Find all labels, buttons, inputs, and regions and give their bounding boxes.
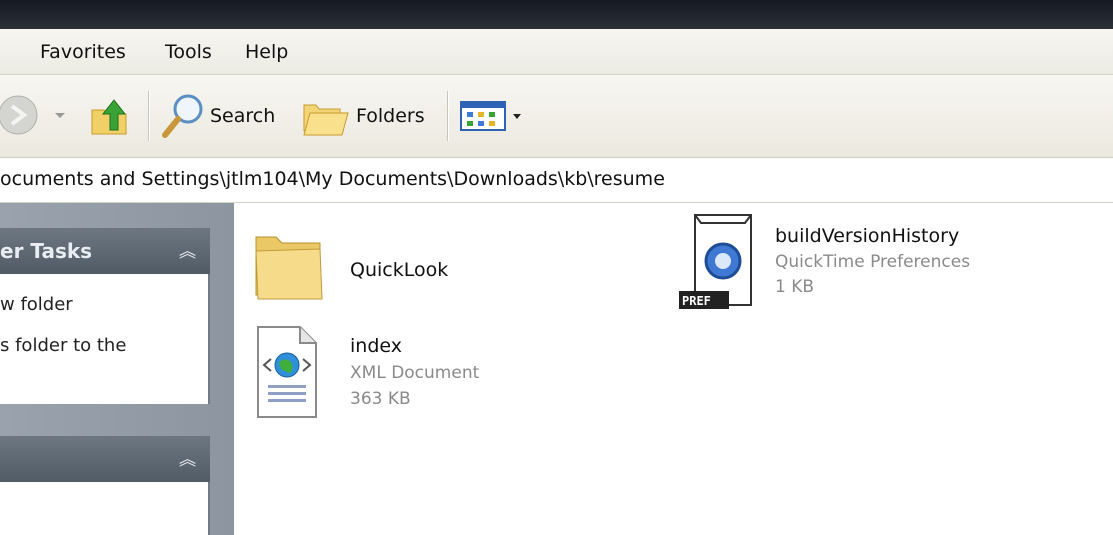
folders-icon	[303, 104, 349, 136]
toolbar: Search Folders	[0, 75, 1113, 158]
file-size: 1 KB	[775, 277, 815, 297]
file-name: QuickLook	[350, 259, 449, 281]
file-type: QuickTime Preferences	[775, 252, 971, 272]
up-folder-icon	[91, 99, 127, 135]
xml-document-icon	[257, 326, 317, 418]
file-folder-tasks-header[interactable]: er Tasks ︽	[0, 228, 210, 274]
task-pane: er Tasks ︽ w folder s folder to the ︽	[0, 203, 234, 535]
file-name: buildVersionHistory	[775, 225, 960, 247]
other-places-body	[0, 482, 210, 535]
file-type: XML Document	[350, 363, 480, 383]
views-icon	[460, 101, 521, 131]
svg-text:PREF: PREF	[682, 294, 711, 308]
task-publish-folder[interactable]: s folder to the	[0, 335, 126, 356]
window-title-bar[interactable]	[0, 0, 1113, 29]
address-bar[interactable]: ocuments and Settings\jtlm104\My Documen…	[0, 158, 1113, 203]
forward-button[interactable]	[0, 75, 80, 157]
file-folder-tasks-body: w folder s folder to the	[0, 274, 210, 404]
menu-bar: Favorites Tools Help	[0, 29, 1113, 75]
folders-button[interactable]: Folders	[300, 75, 440, 157]
file-list-view: QuickLook PREF buildVersionHistory Quick…	[234, 203, 1113, 535]
address-path: ocuments and Settings\jtlm104\My Documen…	[0, 168, 665, 190]
toolbar-separator	[148, 91, 149, 141]
menu-help[interactable]: Help	[245, 41, 288, 63]
panel-title: er Tasks	[0, 239, 93, 263]
folders-label: Folders	[356, 105, 425, 127]
menu-tools[interactable]: Tools	[165, 41, 212, 63]
search-button[interactable]: Search	[160, 75, 285, 157]
collapse-chevron-icon[interactable]: ︽	[179, 445, 196, 470]
chevron-down-icon	[513, 114, 521, 119]
views-button[interactable]	[458, 75, 528, 157]
up-folder-button[interactable]	[88, 75, 138, 157]
folder-icon	[255, 236, 323, 300]
toolbar-separator	[447, 91, 448, 141]
quicktime-pref-icon: PREF	[679, 214, 752, 309]
file-name: index	[350, 335, 402, 357]
file-item[interactable]: QuickLook	[252, 223, 552, 313]
file-size: 363 KB	[350, 389, 411, 409]
collapse-chevron-icon[interactable]: ︽	[179, 237, 196, 262]
forward-icon	[0, 95, 65, 135]
search-icon	[162, 94, 203, 138]
menu-favorites[interactable]: Favorites	[40, 41, 126, 63]
file-item[interactable]: index XML Document 363 KB	[254, 323, 574, 423]
task-make-new-folder[interactable]: w folder	[0, 294, 73, 315]
other-places-header[interactable]: ︽	[0, 436, 210, 482]
search-label: Search	[210, 105, 276, 127]
file-item[interactable]: PREF buildVersionHistory QuickTime Prefe…	[679, 211, 1099, 316]
